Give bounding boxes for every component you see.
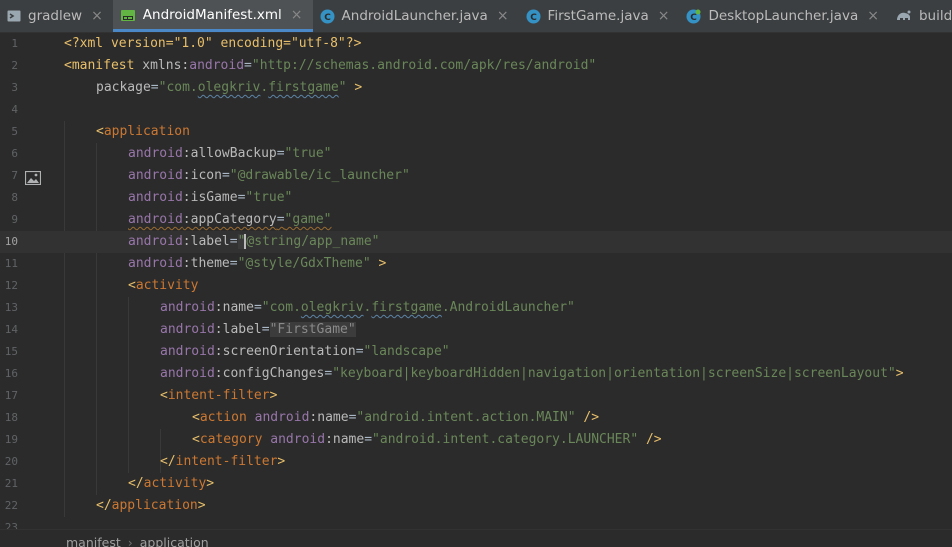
code-editor[interactable]: 1 <?xml version="1.0" encoding="utf-8"?>… bbox=[0, 33, 952, 529]
code-line: 18 <action android:name="android.intent.… bbox=[0, 407, 952, 429]
tab-desktop-launcher[interactable]: C DesktopLauncher.java × bbox=[679, 0, 889, 32]
code-line: 13 android:name="com.olegkriv.firstgame.… bbox=[0, 297, 952, 319]
code-line: 1 <?xml version="1.0" encoding="utf-8"?> bbox=[0, 33, 952, 55]
terminal-file-icon bbox=[7, 9, 21, 23]
tab-label: AndroidLauncher.java bbox=[341, 8, 488, 24]
tab-gradlew[interactable]: gradlew × bbox=[0, 0, 113, 32]
breadcrumb: manifest › application bbox=[0, 529, 952, 547]
code-line: 6 android:allowBackup="true" bbox=[0, 143, 952, 165]
line-number: 18 bbox=[4, 411, 18, 424]
line-code[interactable]: android:isGame="true" bbox=[128, 187, 292, 209]
manifest-file-icon bbox=[120, 7, 136, 23]
line-number: 21 bbox=[4, 477, 18, 490]
line-number: 20 bbox=[4, 455, 18, 468]
line-number: 15 bbox=[4, 345, 18, 358]
line-code[interactable]: android:theme="@style/GdxTheme" > bbox=[128, 253, 386, 275]
close-icon[interactable]: × bbox=[91, 8, 103, 24]
close-icon[interactable]: × bbox=[497, 8, 509, 24]
line-code[interactable]: package="com.olegkriv.firstgame" > bbox=[96, 77, 362, 99]
tab-android-manifest[interactable]: AndroidManifest.xml × bbox=[112, 0, 313, 32]
line-number: 22 bbox=[4, 499, 18, 512]
code-line: 19 <category android:name="android.inten… bbox=[0, 429, 952, 451]
line-code[interactable]: </intent-filter> bbox=[160, 451, 285, 473]
svg-text:C: C bbox=[530, 13, 537, 23]
gradle-icon bbox=[896, 9, 912, 23]
code-line: 8 android:isGame="true" bbox=[0, 187, 952, 209]
svg-text:C: C bbox=[324, 13, 331, 23]
code-line-current: 10 android:label="@string/app_name" bbox=[0, 231, 952, 253]
java-class-icon: C bbox=[526, 9, 541, 24]
code-line: 12 <activity bbox=[0, 275, 952, 297]
tab-android-launcher[interactable]: C AndroidLauncher.java × bbox=[313, 0, 519, 32]
tab-label: FirstGame.java bbox=[547, 8, 649, 24]
code-line: 22 </application> bbox=[0, 495, 952, 517]
breadcrumb-item-application[interactable]: application bbox=[140, 535, 209, 547]
line-code[interactable]: android:screenOrientation="landscape" bbox=[160, 341, 450, 363]
code-line: 21 </activity> bbox=[0, 473, 952, 495]
line-number: 1 bbox=[11, 37, 18, 50]
code-line: 11 android:theme="@style/GdxTheme" > bbox=[0, 253, 952, 275]
tab-label: AndroidManifest.xml bbox=[142, 6, 282, 23]
line-number: 17 bbox=[4, 389, 18, 402]
code-line: 20 </intent-filter> bbox=[0, 451, 952, 473]
code-line: 23 bbox=[0, 517, 952, 529]
tab-first-game[interactable]: C FirstGame.java × bbox=[519, 0, 680, 32]
line-number: 11 bbox=[4, 257, 18, 270]
line-number: 12 bbox=[4, 279, 18, 292]
line-code[interactable]: <activity bbox=[128, 275, 198, 297]
code-line: 4 bbox=[0, 99, 952, 121]
close-icon[interactable]: × bbox=[867, 8, 879, 24]
tab-label: gradlew bbox=[28, 8, 83, 24]
close-icon[interactable]: × bbox=[658, 8, 670, 24]
line-number: 14 bbox=[4, 323, 18, 336]
line-code[interactable]: </application> bbox=[96, 495, 206, 517]
line-number: 23 bbox=[4, 521, 18, 529]
line-code[interactable]: android:name="com.olegkriv.firstgame.And… bbox=[160, 297, 575, 319]
svg-text:C: C bbox=[691, 13, 698, 23]
line-number: 5 bbox=[11, 125, 18, 138]
code-line: 3 package="com.olegkriv.firstgame" > bbox=[0, 77, 952, 99]
line-number: 8 bbox=[11, 191, 18, 204]
line-code[interactable]: <application bbox=[96, 121, 190, 143]
tab-label: DesktopLauncher.java bbox=[708, 8, 859, 24]
line-number: 16 bbox=[4, 367, 18, 380]
line-code[interactable]: android:allowBackup="true" bbox=[128, 143, 332, 165]
line-number: 2 bbox=[11, 59, 18, 72]
line-code[interactable]: <intent-filter> bbox=[160, 385, 277, 407]
code-line: 7 android:icon="@drawable/ic_launcher" bbox=[0, 165, 952, 187]
code-line: 17 <intent-filter> bbox=[0, 385, 952, 407]
code-line: 9 android:appCategory="game" bbox=[0, 209, 952, 231]
editor-tab-bar: gradlew × AndroidManifest.xml × C Androi… bbox=[0, 0, 952, 33]
code-line: 5 <application bbox=[0, 121, 952, 143]
tab-build-gradle[interactable]: build.gradle (:andr bbox=[889, 0, 952, 32]
line-code[interactable]: </activity> bbox=[128, 473, 214, 495]
line-code[interactable]: android:label="FirstGame" bbox=[160, 319, 356, 341]
line-number: 10 bbox=[4, 235, 18, 248]
code-line: 14 android:label="FirstGame" bbox=[0, 319, 952, 341]
breadcrumb-item-manifest[interactable]: manifest bbox=[66, 535, 121, 547]
java-class-icon: C bbox=[320, 9, 335, 24]
line-number: 3 bbox=[11, 81, 18, 94]
line-code[interactable]: <category android:name="android.intent.c… bbox=[192, 429, 662, 451]
line-number: 9 bbox=[11, 213, 18, 226]
java-class-icon: C bbox=[686, 9, 701, 24]
breadcrumb-separator: › bbox=[127, 535, 133, 547]
line-number: 6 bbox=[11, 147, 18, 160]
code-line: 15 android:screenOrientation="landscape" bbox=[0, 341, 952, 363]
line-code[interactable]: android:configChanges="keyboard|keyboard… bbox=[160, 363, 904, 385]
code-line: 2 <manifest xmlns:android="http://schema… bbox=[0, 55, 952, 77]
code-line: 16 android:configChanges="keyboard|keybo… bbox=[0, 363, 952, 385]
line-number: 7 bbox=[11, 169, 18, 182]
line-code[interactable]: <action android:name="android.intent.act… bbox=[192, 407, 599, 429]
line-code[interactable]: android:icon="@drawable/ic_launcher" bbox=[128, 165, 410, 187]
line-code[interactable]: <manifest xmlns:android="http://schemas.… bbox=[64, 55, 596, 77]
close-icon[interactable]: × bbox=[291, 7, 303, 23]
line-code[interactable]: <?xml version="1.0" encoding="utf-8"?> bbox=[64, 33, 361, 55]
line-code[interactable]: android:label="@string/app_name" bbox=[128, 231, 379, 253]
line-number: 13 bbox=[4, 301, 18, 314]
line-number: 19 bbox=[4, 433, 18, 446]
tab-label: build.gradle (:andr bbox=[918, 8, 952, 24]
line-number: 4 bbox=[11, 103, 18, 116]
line-code[interactable]: android:appCategory="game" bbox=[128, 209, 332, 231]
